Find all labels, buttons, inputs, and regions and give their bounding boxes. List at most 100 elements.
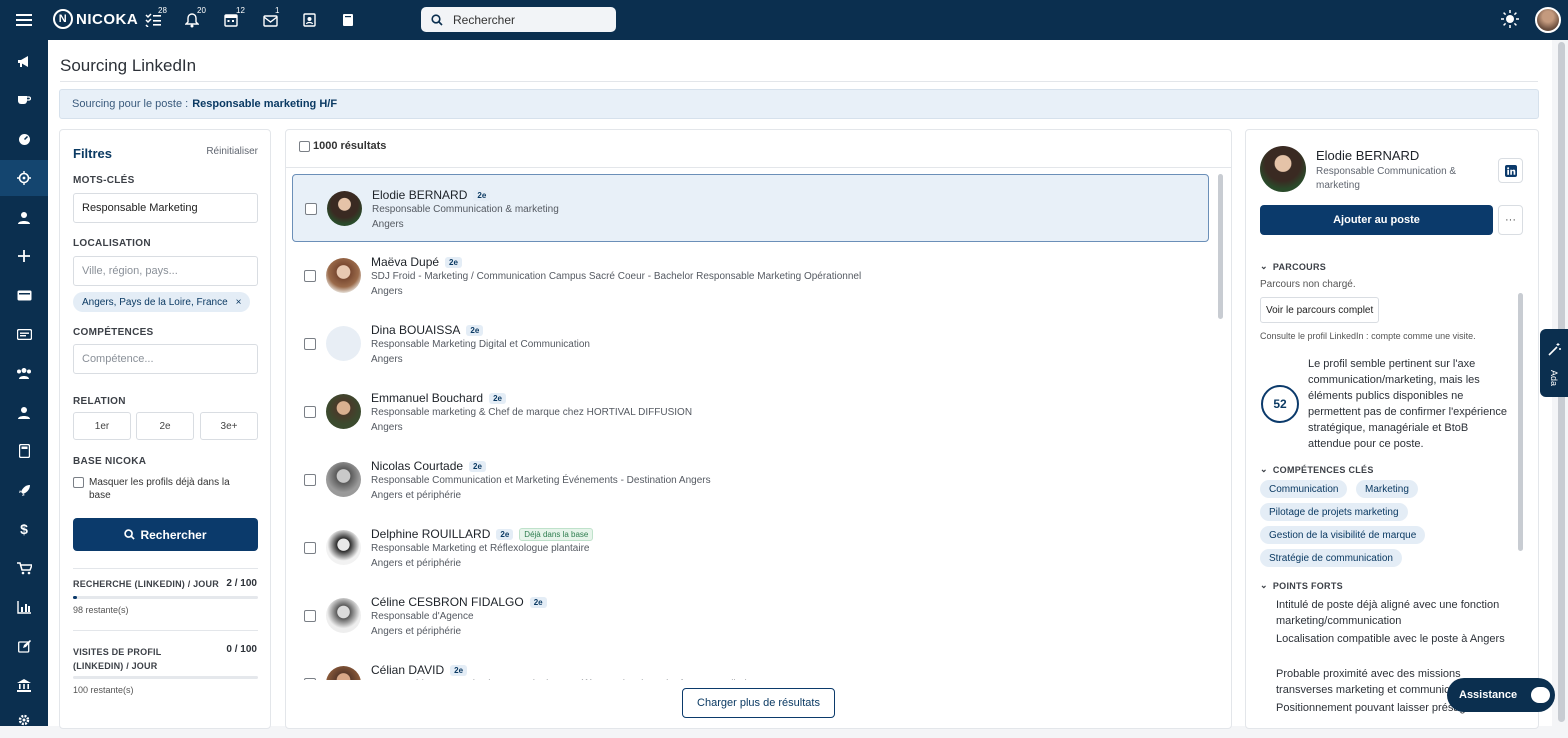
location-chip: Angers, Pays de la Loire, France × [73,292,251,312]
sourcing-crosshair-icon[interactable] [0,160,48,196]
bell-icon[interactable]: 20 [182,6,206,30]
ada-side-tab[interactable]: Ada [1540,329,1568,397]
search-quota-fill [73,596,77,599]
candidate-avatar [326,462,361,497]
result-checkbox[interactable] [304,406,316,418]
top-bar: N NICOKA 28 20 12 1 Rechercher [0,0,1568,40]
profile-user-icon[interactable] [0,394,48,430]
settings-gear-icon[interactable] [0,702,48,738]
campaigns-megaphone-icon[interactable] [0,43,48,79]
result-checkbox[interactable] [304,542,316,554]
result-row[interactable]: Delphine ROUILLARD 2e Déjà dans la base Res… [292,514,1209,582]
chart-bars-icon[interactable] [0,589,48,625]
reset-filters-link[interactable]: Réinitialiser [206,146,258,157]
result-checkbox[interactable] [304,610,316,622]
candidate-name-line: Nicolas Courtade 2e [371,459,486,473]
keywords-label: MOTS-CLÉS [73,175,135,186]
degree-badge: 2e [496,528,514,540]
result-row[interactable]: Elodie BERNARD 2e Responsable Communicatio… [292,174,1209,242]
nicoka-logo[interactable]: N NICOKA [53,9,138,29]
shopping-cart-icon[interactable] [0,550,48,586]
contacts-book-icon[interactable] [299,10,319,30]
candidate-name[interactable]: Nicolas Courtade [371,459,463,473]
result-checkbox[interactable] [304,338,316,350]
candidate-name[interactable]: Emmanuel Bouchard [371,391,483,405]
search-icon [124,529,136,540]
dashboard-gauge-icon[interactable] [0,121,48,157]
strengths-list: Intitulé de poste déjà aligné avec une f… [1246,130,1538,728]
search-quota-label: RECHERCHE (LINKEDIN) / JOUR [73,579,219,589]
candidate-name[interactable]: Célian DAVID [371,663,444,677]
team-users-icon[interactable] [0,355,48,391]
calculator-icon[interactable] [0,433,48,469]
result-row[interactable]: Emmanuel Bouchard 2e Responsable marketing… [292,378,1209,446]
candidate-name[interactable]: Elodie BERNARD [372,188,467,202]
notifications-badge: 20 [197,6,206,15]
dollar-icon[interactable]: $ [0,511,48,547]
candidate-job: Responsable Marketing et Réflexologue pl… [371,543,590,554]
inbox-icon[interactable]: 1 [260,6,280,30]
edit-pen-icon[interactable] [0,628,48,664]
result-row[interactable]: Nicolas Courtade 2e Responsable Communicat… [292,446,1209,514]
candidate-name[interactable]: Delphine ROUILLARD [371,527,490,541]
degree-badge: 2e [445,256,462,268]
candidate-name-line: Elodie BERNARD 2e [372,188,491,202]
assistance-button[interactable]: Assistance [1447,678,1555,712]
user-avatar[interactable] [1535,7,1561,33]
result-row[interactable]: Maëva Dupé 2e SDJ Froid - Marketing / Comm… [292,242,1209,310]
result-row[interactable]: Céline CESBRON FIDALGO 2e Responsable d'Ag… [292,582,1209,650]
tasks-icon[interactable]: 28 [143,6,167,30]
banner-job-link[interactable]: Responsable marketing H/F [192,98,337,110]
candidate-name-line: Célian DAVID 2e [371,663,468,677]
load-more-button[interactable]: Charger plus de résultats [682,688,835,718]
bank-building-icon[interactable] [0,667,48,703]
candidate-location: Angers et périphérie [371,558,462,569]
candidate-name[interactable]: Maëva Dupé [371,255,439,269]
results-scrollbar[interactable] [1218,174,1223,319]
quota-divider-2 [73,630,258,631]
visits-quota-label: VISITES DE PROFIL (LINKEDIN) / JOUR [73,647,162,671]
theme-toggle-sun-icon[interactable] [1501,10,1519,28]
relation-2nd-button[interactable]: 2e [136,412,194,440]
location-input[interactable]: Ville, région, pays... [73,256,258,286]
candidate-user-icon[interactable] [0,199,48,235]
visits-quota-bar [73,676,258,679]
relation-3rd-button[interactable]: 3e+ [200,412,258,440]
location-label: LOCALISATION [73,238,151,249]
candidate-avatar [326,598,361,633]
candidate-avatar [326,666,361,680]
result-row[interactable]: Célian DAVID 2e Responsable Communication … [292,650,1209,680]
result-checkbox[interactable] [304,678,316,680]
result-checkbox[interactable] [304,474,316,486]
result-row[interactable]: Dina BOUAISSA 2e Responsable Marketing Dig… [292,310,1209,378]
detail-scrollbar[interactable] [1518,293,1523,551]
candidate-name[interactable]: Céline CESBRON FIDALGO [371,595,524,609]
candidate-name[interactable]: Dina BOUAISSA [371,323,460,337]
coffee-cup-icon[interactable] [0,82,48,118]
hide-in-base-option[interactable]: Masquer les profils déjà dans la base [73,476,253,502]
filters-panel: Filtres Réinitialiser MOTS-CLÉS Responsa… [59,129,271,729]
calendar-badge: 12 [236,6,245,15]
result-checkbox[interactable] [305,203,317,215]
keywords-input[interactable]: Responsable Marketing [73,193,258,223]
calendar-icon[interactable]: 12 [221,6,245,30]
filters-title: Filtres [73,146,113,161]
ticket-card-icon[interactable] [0,316,48,352]
in-base-badge: Déjà dans la base [519,527,594,541]
skills-input[interactable]: Compétence... [73,344,258,374]
hide-in-base-checkbox[interactable] [73,477,84,488]
search-button[interactable]: Rechercher [73,518,258,551]
relation-1st-button[interactable]: 1er [73,412,131,440]
id-card-icon[interactable] [0,277,48,313]
remove-chip-icon[interactable]: × [236,297,242,308]
rocket-icon[interactable] [0,472,48,508]
menu-icon[interactable] [14,10,34,30]
result-checkbox[interactable] [304,270,316,282]
visits-quota-remaining: 100 restante(s) [73,685,134,695]
notebook-icon[interactable] [338,10,358,30]
candidate-location: Angers [372,219,404,230]
add-plus-icon[interactable] [0,238,48,274]
global-search-input[interactable]: Rechercher [421,7,616,32]
search-button-label: Rechercher [140,527,207,542]
candidate-job: Responsable Communication & marketing [372,204,559,215]
